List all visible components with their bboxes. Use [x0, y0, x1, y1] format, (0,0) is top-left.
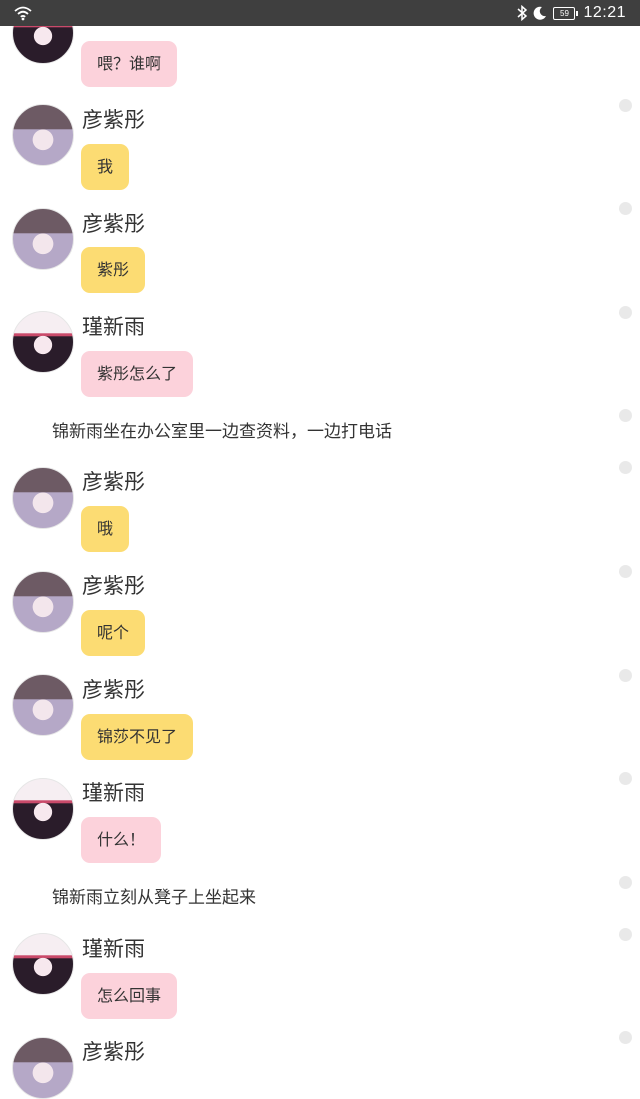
- avatar[interactable]: [12, 208, 74, 270]
- row-indicator-dot: [619, 565, 632, 578]
- row-indicator-dot: [619, 202, 632, 215]
- bluetooth-icon: [517, 5, 528, 21]
- row-indicator-dot: [619, 409, 632, 422]
- wifi-icon: [14, 6, 32, 21]
- message-bubble[interactable]: 喂？谁啊: [81, 41, 178, 87]
- row-indicator-dot: [619, 772, 632, 785]
- sender-name: 彦紫彤: [82, 1040, 145, 1064]
- row-indicator-dot: [619, 99, 632, 112]
- row-indicator-dot: [619, 669, 632, 682]
- message-bubble[interactable]: 哦: [81, 506, 130, 552]
- message-bubble[interactable]: 什么！: [81, 817, 162, 863]
- chat-feed[interactable]: 喂？谁啊 彦紫彤 我 彦紫彤 紫彤 瑾新雨 紫彤怎么了 锦新雨坐在办公室里一边查…: [0, 0, 640, 1099]
- message-bubble[interactable]: 紫彤怎么了: [81, 351, 194, 397]
- avatar[interactable]: [12, 778, 74, 840]
- sender-name: 彦紫彤: [82, 212, 145, 236]
- row-indicator-dot: [619, 306, 632, 319]
- status-bar: 59 12:21: [0, 0, 640, 26]
- row-indicator-dot: [619, 1031, 632, 1044]
- narration-text: 锦新雨坐在办公室里一边查资料，一边打电话: [52, 422, 392, 442]
- avatar[interactable]: [12, 933, 74, 995]
- message-bubble[interactable]: 锦莎不见了: [81, 714, 194, 760]
- moon-icon: [534, 6, 547, 20]
- battery-icon: 59: [553, 6, 579, 20]
- sender-name: 彦紫彤: [82, 678, 145, 702]
- message-bubble[interactable]: 怎么回事: [81, 973, 178, 1019]
- avatar[interactable]: [12, 311, 74, 373]
- avatar[interactable]: [12, 571, 74, 633]
- sender-name: 彦紫彤: [82, 470, 145, 494]
- sender-name: 瑾新雨: [82, 937, 145, 961]
- row-indicator-dot: [619, 876, 632, 889]
- message-bubble[interactable]: 我: [81, 144, 130, 190]
- message-bubble[interactable]: 紫彤: [81, 247, 146, 293]
- clock: 12:21: [583, 4, 626, 21]
- message-bubble[interactable]: 呢个: [81, 610, 146, 656]
- row-indicator-dot: [619, 928, 632, 941]
- avatar[interactable]: [12, 104, 74, 166]
- sender-name: 瑾新雨: [82, 315, 145, 339]
- avatar[interactable]: [12, 674, 74, 736]
- sender-name: 瑾新雨: [82, 781, 145, 805]
- sender-name: 彦紫彤: [82, 574, 145, 598]
- sender-name: 彦紫彤: [82, 108, 145, 132]
- avatar[interactable]: [12, 467, 74, 529]
- avatar[interactable]: [12, 1037, 74, 1099]
- row-indicator-dot: [619, 461, 632, 474]
- narration-text: 锦新雨立刻从凳子上坐起来: [52, 888, 256, 908]
